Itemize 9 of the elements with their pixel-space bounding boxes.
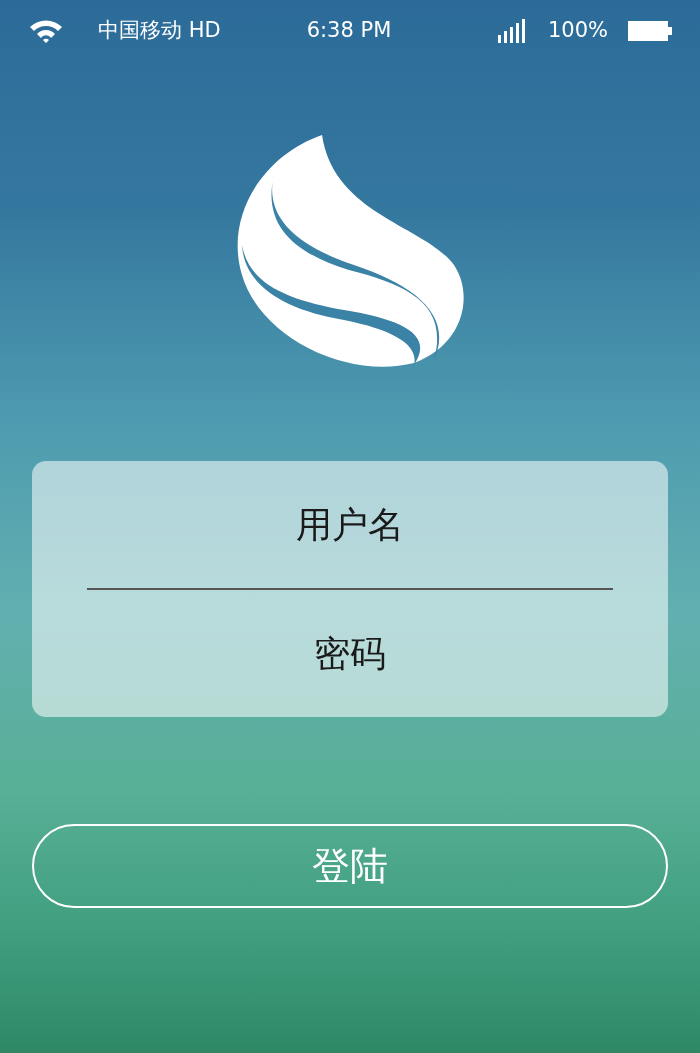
- username-field[interactable]: 用户名: [32, 461, 668, 588]
- login-button[interactable]: 登陆: [32, 824, 668, 908]
- signal-icon: [497, 19, 526, 43]
- clock-time: 6:38 PM: [306, 17, 392, 45]
- battery-percent: 100%: [547, 17, 608, 45]
- wifi-icon: [28, 18, 64, 44]
- password-field[interactable]: 密码: [32, 590, 668, 717]
- battery-icon: [628, 21, 672, 41]
- carrier-name: 中国移动 HD: [98, 17, 221, 45]
